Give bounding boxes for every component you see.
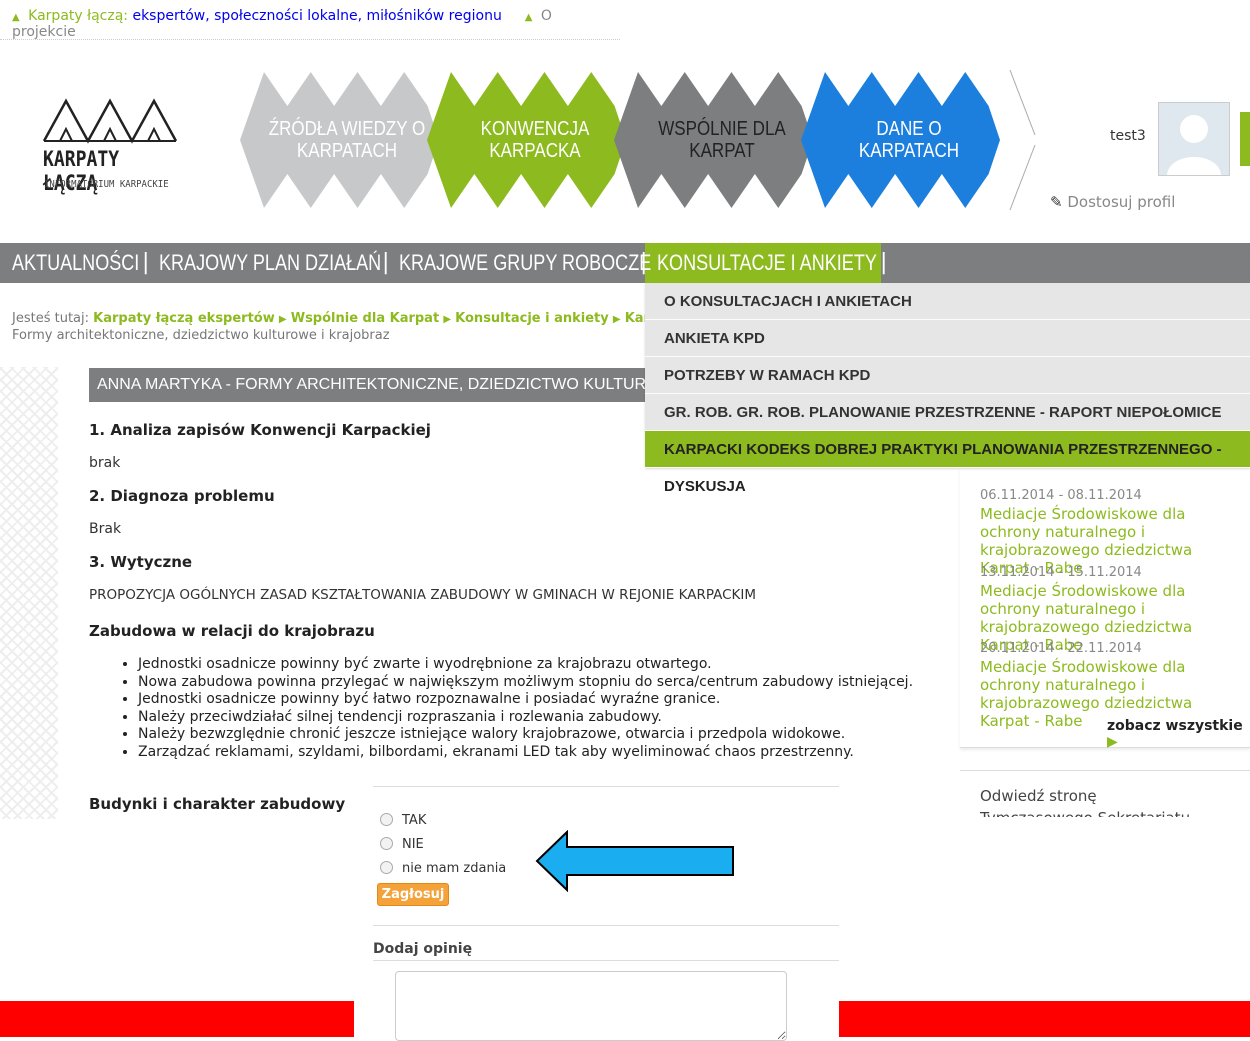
list-item: Nowa zabudowa powinna przylegać w najwię… [138, 674, 913, 692]
dropdown-item[interactable]: ANKIETA KPD [645, 320, 1250, 357]
banner-label-line1: KONWENCJA [480, 118, 590, 140]
edit-profile-link[interactable]: ✎ Dostosuj profil [1050, 193, 1175, 211]
radio-icon[interactable] [380, 837, 393, 850]
banner-label-line2: KARPATACH [296, 140, 398, 162]
red-bar-left [0, 1001, 354, 1037]
banner-label-line2: KARPAT [689, 140, 755, 162]
visit-line1: Odwiedź stronę [980, 787, 1097, 805]
section-text: PROPOZYCJA OGÓLNYCH ZASAD KSZTAŁTOWANIA … [89, 587, 757, 603]
triangle-icon: ▲ [12, 12, 20, 23]
opinion-textarea[interactable] [395, 971, 787, 1041]
nav-konsultacje[interactable]: KONSULTACJE I ANKIETY [657, 243, 877, 283]
section-heading: 3. Wytyczne [89, 553, 193, 571]
section-heading: Zabudowa w relacji do krajobrazu [89, 622, 375, 640]
event-date: 20.11.2014 - 22.11.2014 [980, 641, 1142, 656]
list-item: Zarządzać reklamami, szyldami, bilbordam… [138, 744, 913, 762]
breadcrumb-item[interactable]: Karpaty łączą ekspertów [93, 311, 275, 326]
edit-icon: ✎ [1050, 193, 1063, 211]
logo-subtitle: INFORMATORIUM KARPACKIE [44, 179, 169, 190]
nav-separator: | [880, 250, 888, 275]
banner-label-line1: DANE O [876, 118, 942, 140]
nav-grupy-robocze[interactable]: KRAJOWE GRUPY ROBOCZE [399, 243, 651, 283]
triangle-icon: ▲ [524, 12, 533, 23]
banner-zrodla-wiedzy[interactable]: ŹRÓDŁA WIEDZY O KARPATACH [252, 70, 442, 210]
dropdown-item[interactable]: O KONSULTACJACH I ANKIETACH [645, 283, 1250, 320]
nav-separator: | [640, 250, 648, 275]
radio-icon[interactable] [380, 861, 393, 874]
chevron-right-icon: ▶ [278, 314, 287, 325]
nav-separator: | [142, 250, 150, 275]
poll-option-tak[interactable]: TAK [380, 813, 426, 828]
banner-wspolnie-dla-karpat[interactable]: WSPÓLNIE DLA KARPAT [627, 70, 817, 210]
konsultacje-dropdown: O KONSULTACJACH I ANKIETACH ANKIETA KPD … [645, 283, 1250, 495]
avatar-silhouette-icon [1159, 103, 1229, 175]
dropdown-item[interactable]: GR. ROB. GR. ROB. PLANOWANIE PRZESTRZENN… [645, 394, 1250, 431]
divider [373, 960, 839, 961]
banner-label-line2: KARPATACH [858, 140, 960, 162]
poll-option-nie[interactable]: NIE [380, 837, 424, 852]
dropdown-item-active[interactable]: KARPACKI KODEKS DOBREJ PRAKTYKI PLANOWAN… [645, 431, 1250, 495]
section-text: Brak [89, 521, 122, 537]
guidelines-list: Jednostki osadnicze powinny być zwarte i… [118, 656, 913, 762]
top-link-karpaty[interactable]: Karpaty łączą: ekspertów, społeczności l… [28, 8, 502, 24]
list-item: Jednostki osadnicze powinny być zwarte i… [138, 656, 913, 674]
decorative-pattern [0, 367, 58, 819]
banner-label-line1: ŹRÓDŁA WIEDZY O [268, 118, 426, 140]
vote-button[interactable]: Zagłosuj [377, 883, 449, 906]
avatar[interactable] [1158, 102, 1230, 176]
list-item: Należy przeciwdziałać silnej tendencji r… [138, 709, 913, 727]
nav-krajowy-plan[interactable]: KRAJOWY PLAN DZIAŁAŃ [159, 243, 381, 283]
red-bar-right [839, 1001, 1250, 1037]
breadcrumb-item[interactable]: Wspólnie dla Karpat [291, 311, 439, 326]
banner-konwencja-karpacka[interactable]: KONWENCJA KARPACKA [440, 70, 630, 210]
event-date: 13.11.2014 - 15.11.2014 [980, 565, 1142, 580]
visit-line2: Tymczasowego Sekretariatu [980, 809, 1190, 817]
list-item: Jednostki osadnicze powinny być łatwo ro… [138, 691, 913, 709]
dropdown-item[interactable]: POTRZEBY W RAMACH KPD [645, 357, 1250, 394]
nav-separator: | [382, 250, 390, 275]
poll-option-brak-zdania[interactable]: nie mam zdania [380, 861, 506, 876]
add-opinion-label: Dodaj opinię [373, 941, 473, 957]
mountains-logo-icon [42, 98, 178, 144]
section-heading: Budynki i charakter zabudowy [89, 795, 346, 813]
breadcrumb-current: Formy architektoniczne, dziedzictwo kult… [12, 328, 390, 343]
events-panel: 06.11.2014 - 08.11.2014 Mediacje Środowi… [960, 468, 1250, 748]
chevron-right-icon: ▶ [612, 314, 621, 325]
breadcrumb: Jesteś tutaj: Karpaty łączą ekspertów ▶ … [12, 311, 650, 326]
main-nav: AKTUALNOŚCI | KRAJOWY PLAN DZIAŁAŃ | KRA… [0, 243, 1250, 283]
chevron-right-icon: ▶ [1107, 734, 1118, 750]
radio-icon[interactable] [380, 813, 393, 826]
username[interactable]: test3 [1110, 128, 1146, 144]
see-all-link[interactable]: zobacz wszystkie ▶ [1107, 718, 1250, 750]
event-date: 06.11.2014 - 08.11.2014 [980, 488, 1142, 503]
top-links-bar: ▲ Karpaty łączą: ekspertów, społeczności… [0, 0, 620, 40]
arrow-left-icon [535, 830, 734, 892]
breadcrumb-item[interactable]: Konsultacje i ankiety [455, 311, 609, 326]
visit-panel[interactable]: Odwiedź stronę Tymczasowego Sekretariatu [960, 770, 1250, 817]
section-text: brak [89, 455, 121, 471]
article-title-bar: ANNA MARTYKA - FORMY ARCHITEKTONICZNE, D… [89, 368, 659, 402]
banner-dane-o-karpatach[interactable]: DANE O KARPATACH [814, 70, 1004, 210]
list-item: Należy bezwzględnie chronić jeszcze istn… [138, 726, 913, 744]
chevron-right-icon: ▶ [443, 314, 452, 325]
nav-aktualnosci[interactable]: AKTUALNOŚCI [12, 243, 139, 283]
section-heading: 1. Analiza zapisów Konwencji Karpackiej [89, 421, 431, 439]
banner-label-line1: WSPÓLNIE DLA [658, 118, 786, 140]
side-toggle-tab[interactable] [1240, 112, 1250, 166]
banner-label-line2: KARPACKA [489, 140, 581, 162]
site-logo[interactable]: KARPATY ŁĄCZĄ INFORMATORIUM KARPACKIE [40, 95, 190, 195]
section-heading: 2. Diagnoza problemu [89, 487, 275, 505]
